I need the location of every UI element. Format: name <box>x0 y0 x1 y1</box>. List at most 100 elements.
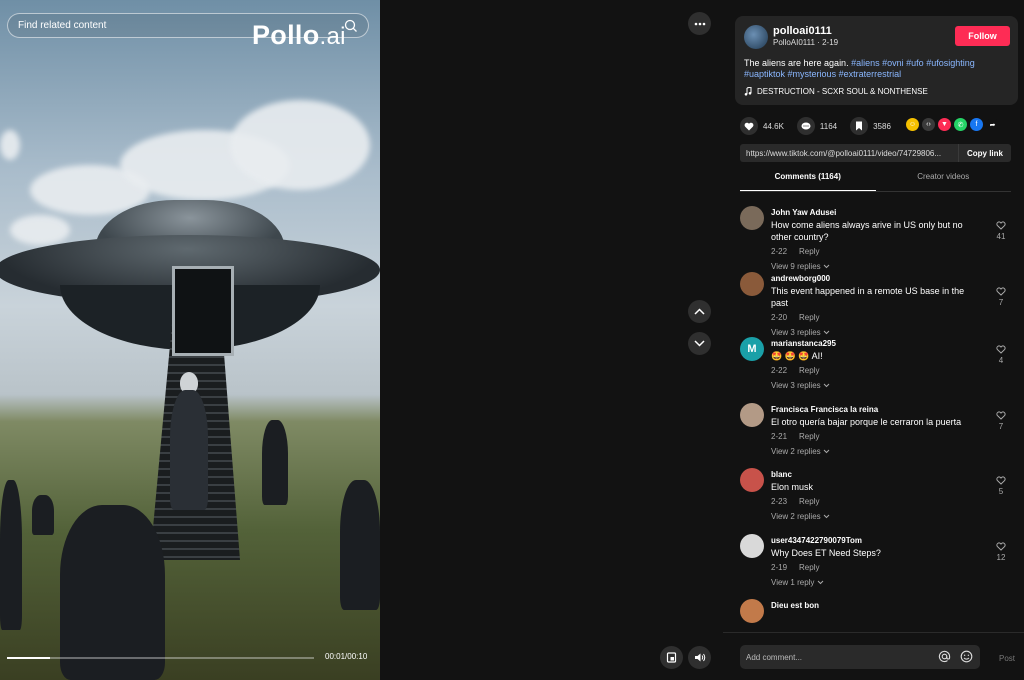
video-player[interactable]: Find related content Pollo.ai 00:01/00:1… <box>0 0 380 680</box>
comment-item: Francisca Francisca la reina El otro que… <box>740 397 1014 463</box>
commenter-name[interactable]: blanc <box>771 470 792 479</box>
comment-like-button[interactable]: 5 <box>993 476 1009 496</box>
music-title: DESTRUCTION - SCXR SOUL & NONTHENSE <box>757 87 928 96</box>
commenter-avatar[interactable] <box>740 402 764 427</box>
commenter-name[interactable]: andrewborg000 <box>771 274 830 283</box>
hashtag-link[interactable]: #mysterious <box>788 69 837 79</box>
copy-link-button[interactable]: Copy link <box>957 144 1011 162</box>
add-comment-input[interactable]: Add comment... <box>740 645 980 669</box>
hashtag-link[interactable]: #ovni <box>882 58 904 68</box>
video-time: 00:01/00:10 <box>325 652 368 661</box>
view-replies-button[interactable]: View 2 replies <box>771 512 830 521</box>
view-replies-button[interactable]: View 1 reply <box>771 578 824 587</box>
emoji-icon[interactable] <box>960 650 973 663</box>
tab-creator-videos[interactable]: Creator videos <box>876 172 1012 191</box>
follow-button[interactable]: Follow <box>955 26 1010 46</box>
commenter-name[interactable]: John Yaw Adusei <box>771 208 836 217</box>
view-replies-button[interactable]: View 3 replies <box>771 381 830 390</box>
comment-date: 2-21 <box>771 431 788 441</box>
comment-button[interactable] <box>796 117 815 135</box>
facebook-icon[interactable]: f <box>970 118 983 131</box>
mention-icon[interactable] <box>938 650 951 663</box>
reply-button[interactable]: Reply <box>799 366 819 375</box>
add-comment-placeholder: Add comment... <box>746 652 803 662</box>
more-options-button[interactable] <box>688 12 711 35</box>
whatsapp-icon[interactable]: ✆ <box>954 118 967 131</box>
comment-text: Why Does ET Need Steps? <box>771 547 881 558</box>
hashtag-link[interactable]: #ufo <box>906 58 924 68</box>
save-button[interactable] <box>850 117 869 135</box>
heart-outline-icon <box>996 345 1006 354</box>
commenter-avatar[interactable] <box>740 206 764 230</box>
view-replies-label: View 3 replies <box>771 381 821 390</box>
comment-like-button[interactable]: 7 <box>993 286 1009 307</box>
volume-icon <box>694 653 705 662</box>
comment-item: M marianstanca295 🤩 🤩 🤩 AI! 2-22 Reply Vi… <box>740 331 1014 397</box>
like-button[interactable] <box>740 117 758 135</box>
view-replies-label: View 2 replies <box>771 512 821 521</box>
comment-like-count: 7 <box>998 297 1004 307</box>
chevron-down-icon <box>823 449 830 453</box>
reply-button[interactable]: Reply <box>799 563 819 572</box>
commenter-name[interactable]: user4347422790079Tom <box>771 536 862 545</box>
hashtag-link[interactable]: #aliens <box>851 58 880 68</box>
post-description: The aliens are here again. #aliens #ovni… <box>744 58 1012 80</box>
comment-meta: 2-19 Reply <box>771 563 819 572</box>
reply-button[interactable]: Reply <box>799 497 819 506</box>
author-username[interactable]: polloai0111 <box>773 25 832 37</box>
picture-in-picture-button[interactable] <box>660 646 683 669</box>
heart-icon <box>744 122 754 130</box>
commenter-avatar[interactable] <box>740 599 764 623</box>
comment-like-button[interactable]: 4 <box>993 345 1009 365</box>
commenter-avatar[interactable] <box>740 271 764 296</box>
comment-like-button[interactable]: 41 <box>993 221 1009 241</box>
view-replies-button[interactable]: View 2 replies <box>771 447 830 456</box>
heart-outline-icon <box>996 410 1006 420</box>
video-progress-bar[interactable] <box>7 657 314 659</box>
previous-video-button[interactable] <box>688 300 711 323</box>
post-button[interactable]: Post <box>999 654 1015 663</box>
embed-icon[interactable]: ☺ <box>906 118 919 131</box>
video-link-text[interactable]: https://www.tiktok.com/@polloai0111/vide… <box>740 149 958 158</box>
comment-text: Elon musk <box>771 482 814 492</box>
tab-comments[interactable]: Comments (1164) <box>740 172 876 191</box>
music-link[interactable]: DESTRUCTION - SCXR SOUL & NONTHENSE <box>744 87 928 96</box>
chevron-down-icon <box>817 580 824 584</box>
hashtag-link[interactable]: #extraterrestrial <box>839 69 902 79</box>
comment-meta: 2-22 Reply <box>771 366 819 375</box>
reply-button[interactable]: Reply <box>799 432 819 441</box>
author-handle: PolloAI0111 <box>773 38 815 47</box>
save-count: 3586 <box>873 121 891 131</box>
comment-meta: 2-21 Reply <box>771 432 819 441</box>
pip-icon <box>666 652 677 663</box>
author-avatar[interactable] <box>744 25 768 49</box>
commenter-avatar[interactable] <box>740 533 764 558</box>
commenter-name[interactable]: marianstanca295 <box>771 339 836 348</box>
commenter-avatar[interactable]: M <box>740 337 764 361</box>
reply-button[interactable]: Reply <box>799 313 819 322</box>
commenter-name[interactable]: Dieu est bon <box>771 601 819 610</box>
pollo-logo: Pollo.ai <box>252 20 346 51</box>
code-icon[interactable]: ‹› <box>922 118 935 131</box>
next-video-button[interactable] <box>688 332 711 355</box>
comment-item: andrewborg000 This event happened in a r… <box>740 266 1014 337</box>
commenter-name[interactable]: Francisca Francisca la reina <box>771 405 878 414</box>
send-icon[interactable]: ▼ <box>938 118 951 131</box>
comment-like-count: 4 <box>998 356 1004 365</box>
view-replies-label: View 1 reply <box>771 577 815 587</box>
comment-like-button[interactable]: 7 <box>993 410 1009 431</box>
share-arrow-icon[interactable]: ➦ <box>986 118 999 131</box>
hashtag-link[interactable]: #uaptiktok <box>744 69 785 79</box>
chevron-down-icon <box>823 514 830 519</box>
comment-item: Dieu est bon <box>740 593 1014 630</box>
video-progress-fill <box>7 657 50 659</box>
officer-figure <box>0 480 22 630</box>
volume-button[interactable] <box>688 646 711 669</box>
heart-outline-icon <box>996 541 1006 551</box>
hashtag-link[interactable]: #ufosighting <box>926 58 975 68</box>
commenter-avatar[interactable] <box>740 468 764 492</box>
tab-bar: Comments (1164) Creator videos <box>740 172 1011 192</box>
logo-suffix: .ai <box>319 23 346 50</box>
comment-like-button[interactable]: 12 <box>993 541 1009 562</box>
reply-button[interactable]: Reply <box>799 247 819 256</box>
